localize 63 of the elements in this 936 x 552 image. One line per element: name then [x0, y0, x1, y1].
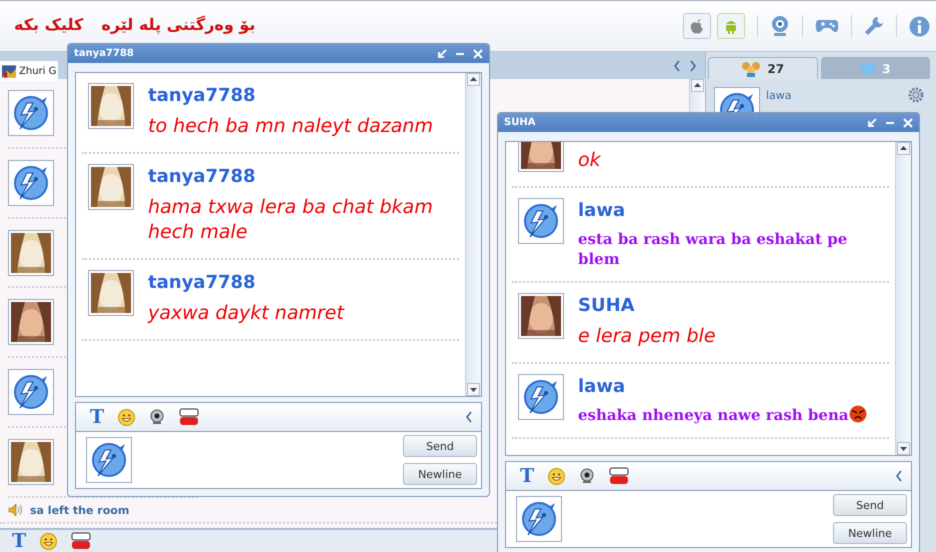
previous-icon[interactable]	[673, 60, 681, 72]
apple-icon	[690, 18, 704, 34]
room-picture-icon	[2, 64, 16, 78]
message-text: e lera pem ble	[578, 324, 716, 350]
room-tab[interactable]: Zhuri G	[0, 61, 58, 81]
speech-bubble-icon	[860, 62, 876, 76]
window-title: SUHA	[504, 117, 536, 128]
sender-name: SUHA	[578, 295, 636, 316]
message-text: eshaka nheneya nawe rash bena	[578, 404, 867, 426]
video-icon[interactable]	[609, 467, 630, 485]
scroll-up-icon[interactable]	[897, 142, 910, 155]
close-icon[interactable]	[903, 118, 913, 128]
window-title: tanya7788	[74, 48, 134, 59]
chat-button[interactable]: Newline	[403, 463, 477, 485]
info-icon[interactable]	[909, 16, 930, 36]
sender-name: tanya7788	[148, 85, 257, 106]
speaker-icon	[8, 503, 24, 517]
font-button[interactable]: T	[12, 530, 26, 552]
settings-icon[interactable]	[908, 87, 924, 103]
smiley-icon[interactable]	[40, 532, 58, 550]
promo-link[interactable]: بۆ وەرگتنی پلە لێرە	[101, 14, 256, 34]
scrollbar[interactable]	[895, 142, 911, 455]
chat-button[interactable]: Send	[833, 494, 907, 516]
sender-name: tanya7788	[148, 272, 257, 293]
collapse-icon[interactable]	[465, 411, 473, 423]
chat-button[interactable]: Send	[403, 435, 477, 457]
smiley-icon[interactable]	[118, 408, 136, 426]
font-button[interactable]: T	[90, 406, 104, 428]
android-icon	[724, 18, 738, 34]
close-icon[interactable]	[473, 48, 483, 58]
wrench-icon[interactable]	[864, 16, 884, 36]
message-text: esta ba rash wara ba eshakat pe blem	[578, 228, 848, 270]
message-text: hama txwa lera ba chat bkam hech male	[148, 194, 434, 246]
scrollbar[interactable]	[465, 73, 481, 396]
webcam-icon[interactable]	[579, 468, 596, 484]
angry-face-icon	[848, 404, 867, 423]
people-icon	[741, 60, 762, 76]
sender-name: lawa	[578, 376, 626, 397]
chat-button[interactable]: Newline	[833, 522, 907, 544]
scroll-down-icon[interactable]	[897, 442, 910, 455]
webcam-icon[interactable]	[149, 409, 166, 425]
font-button[interactable]: T	[520, 465, 534, 487]
panel-tab[interactable]: 27	[708, 57, 818, 79]
message-text: ok	[578, 148, 601, 173]
video-icon[interactable]	[179, 408, 200, 426]
restore-icon[interactable]	[437, 48, 447, 58]
scroll-up-icon[interactable]	[467, 73, 480, 86]
collapse-icon[interactable]	[895, 470, 903, 482]
promo-link[interactable]: کلیک بکە	[14, 14, 84, 34]
message-text: to hech ba mn naleyt dazanm	[148, 114, 433, 139]
message-text: yaxwa daykt namret	[148, 300, 344, 326]
gamepad-icon[interactable]	[815, 17, 839, 35]
notice-text: sa left the room	[30, 504, 130, 516]
sender-name: tanya7788	[148, 166, 257, 187]
next-icon[interactable]	[689, 60, 697, 72]
restore-icon[interactable]	[867, 118, 877, 128]
room-name: Zhuri G	[19, 66, 56, 76]
scroll-down-icon[interactable]	[467, 383, 480, 396]
sender-name: lawa	[578, 200, 626, 221]
smiley-icon[interactable]	[548, 468, 566, 484]
scroll-up-icon[interactable]	[691, 79, 704, 92]
apple-button[interactable]	[683, 13, 711, 39]
video-icon[interactable]	[71, 532, 92, 550]
